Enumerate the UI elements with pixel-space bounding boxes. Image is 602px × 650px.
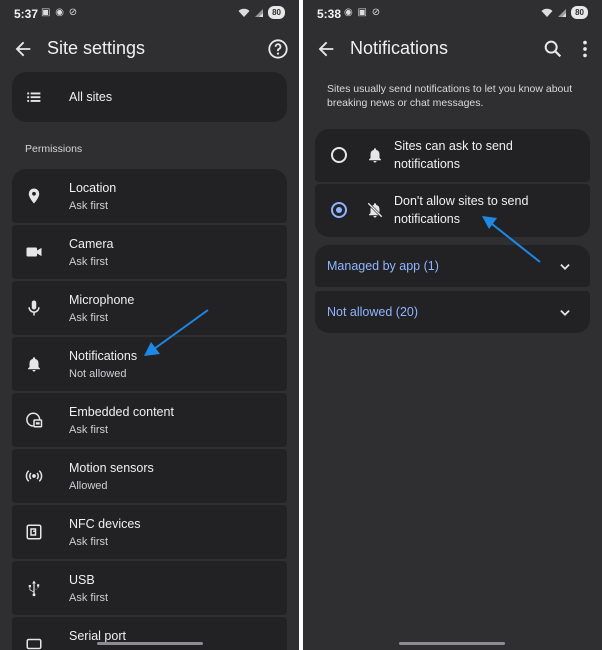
permission-title: Location bbox=[69, 181, 117, 195]
permission-title: Microphone bbox=[69, 293, 135, 307]
option-dont-allow[interactable]: Don't allow sites to send notifications bbox=[315, 184, 590, 237]
expander-label: Managed by app (1) bbox=[327, 259, 439, 273]
permission-status: Ask first bbox=[69, 424, 109, 436]
option-label: Don't allow sites to send notifications bbox=[394, 194, 529, 226]
motion-sensors-icon bbox=[25, 470, 43, 482]
app-bar: Site settings bbox=[0, 30, 299, 68]
permission-status: Ask first bbox=[69, 536, 109, 548]
bell-icon bbox=[369, 148, 381, 163]
help-icon[interactable] bbox=[267, 38, 289, 60]
wifi-icon bbox=[541, 8, 553, 17]
usb-icon bbox=[28, 580, 40, 597]
back-arrow-icon[interactable] bbox=[12, 38, 34, 60]
site-settings-screen: 5:37 ▣ ◉ ⊘ 80 Site settings All sites Pe… bbox=[0, 0, 299, 650]
app-bar: Notifications bbox=[303, 30, 602, 68]
status-time: 5:38 bbox=[317, 7, 342, 21]
page-title: Notifications bbox=[350, 38, 449, 58]
not-allowed-expander[interactable]: Not allowed (20) bbox=[315, 291, 590, 333]
option-label: Sites can ask to send notifications bbox=[394, 139, 513, 171]
status-system-icons: 80 bbox=[541, 6, 588, 19]
status-notification-icons: ◉ ▣ ⊘ bbox=[344, 7, 382, 18]
list-icon bbox=[27, 92, 41, 102]
search-icon[interactable] bbox=[542, 38, 564, 60]
more-options-icon[interactable] bbox=[574, 38, 596, 60]
chevron-down-icon bbox=[560, 310, 570, 316]
embedded-content-icon bbox=[26, 412, 43, 428]
nfc-icon bbox=[26, 524, 42, 540]
status-notification-icons: ▣ ◉ ⊘ bbox=[41, 7, 79, 18]
gesture-nav-bar[interactable] bbox=[97, 642, 203, 645]
permission-status: Ask first bbox=[69, 200, 109, 212]
radio-button-unselected[interactable] bbox=[331, 147, 347, 163]
signal-icon bbox=[558, 8, 567, 17]
screenshots-container: 5:37 ▣ ◉ ⊘ 80 Site settings All sites Pe… bbox=[0, 0, 602, 650]
option-ask-to-send[interactable]: Sites can ask to send notifications bbox=[315, 129, 590, 182]
status-bar: 5:37 ▣ ◉ ⊘ 80 bbox=[0, 0, 299, 28]
permission-row-camera[interactable]: Camera Ask first bbox=[12, 225, 287, 279]
radio-button-selected[interactable] bbox=[331, 202, 347, 218]
status-bar: 5:38 ◉ ▣ ⊘ 80 bbox=[303, 0, 602, 28]
permission-row-usb[interactable]: USB Ask first bbox=[12, 561, 287, 615]
location-pin-icon bbox=[28, 188, 40, 204]
permission-status: Not allowed bbox=[69, 368, 127, 380]
all-sites-label: All sites bbox=[69, 90, 113, 104]
wifi-icon bbox=[238, 8, 250, 17]
page-title: Site settings bbox=[47, 38, 146, 58]
permission-status: Ask first bbox=[69, 256, 109, 268]
back-arrow-icon[interactable] bbox=[315, 38, 337, 60]
gesture-nav-bar[interactable] bbox=[399, 642, 505, 645]
permission-title: NFC devices bbox=[69, 517, 141, 531]
signal-icon bbox=[255, 8, 264, 17]
bell-off-icon bbox=[367, 202, 383, 218]
permission-title: Notifications bbox=[69, 349, 138, 363]
permission-status: Allowed bbox=[69, 480, 108, 492]
chevron-down-icon bbox=[560, 264, 570, 270]
intro-text: Sites usually send notifications to let … bbox=[327, 83, 573, 109]
permission-row-nfc-devices[interactable]: NFC devices Ask first bbox=[12, 505, 287, 559]
permission-title: Motion sensors bbox=[69, 461, 154, 475]
expander-label: Not allowed (20) bbox=[327, 305, 419, 319]
permission-status: Ask first bbox=[69, 312, 109, 324]
permission-row-motion-sensors[interactable]: Motion sensors Allowed bbox=[12, 449, 287, 503]
permission-row-embedded-content[interactable]: Embedded content Ask first bbox=[12, 393, 287, 447]
permission-status: Ask first bbox=[69, 592, 109, 604]
notifications-screen: 5:38 ◉ ▣ ⊘ 80 Notifications Sites usuall… bbox=[303, 0, 602, 650]
battery-indicator: 80 bbox=[571, 6, 588, 19]
microphone-icon bbox=[28, 300, 40, 316]
permission-title: USB bbox=[69, 573, 95, 587]
permission-title: Serial port bbox=[69, 629, 126, 643]
permission-row-notifications[interactable]: Notifications Not allowed bbox=[12, 337, 287, 391]
status-system-icons: 80 bbox=[238, 6, 285, 19]
permission-title: Camera bbox=[69, 237, 114, 251]
status-time: 5:37 bbox=[14, 7, 39, 21]
permission-title: Embedded content bbox=[69, 405, 174, 419]
permission-row-location[interactable]: Location Ask first bbox=[12, 169, 287, 223]
serial-port-icon bbox=[26, 638, 42, 650]
permissions-section-label: Permissions bbox=[25, 143, 83, 155]
managed-by-app-expander[interactable]: Managed by app (1) bbox=[315, 245, 590, 287]
camera-icon bbox=[26, 247, 42, 257]
all-sites-row[interactable]: All sites bbox=[12, 72, 287, 122]
bell-icon bbox=[28, 357, 40, 372]
permission-row-microphone[interactable]: Microphone Ask first bbox=[12, 281, 287, 335]
permission-row-serial-port[interactable]: Serial port bbox=[12, 617, 287, 650]
battery-indicator: 80 bbox=[268, 6, 285, 19]
